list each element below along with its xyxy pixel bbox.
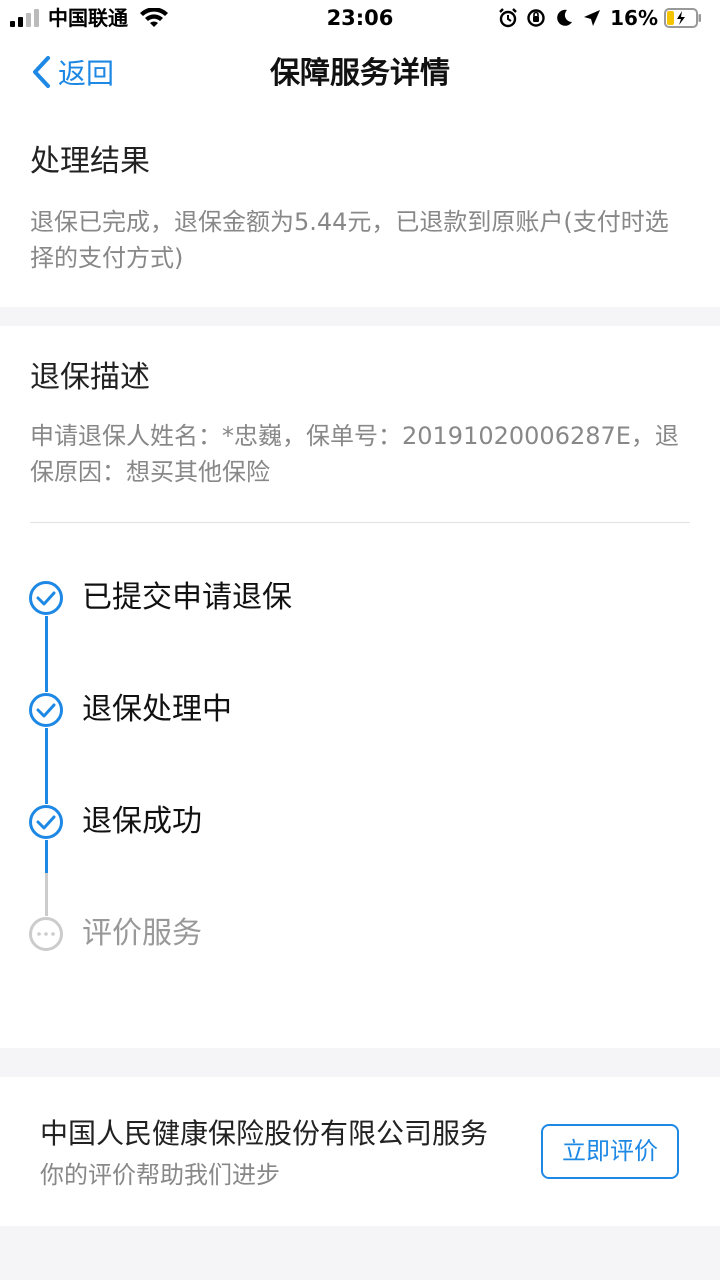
navigation-bar: 返回 保障服务详情 [0,36,720,110]
description-card: 退保描述 申请退保人姓名：*忠巍，保单号：20191020006287E，退保原… [0,326,720,1048]
result-card: 处理结果 退保已完成，退保金额为5.44元，已退款到原账户(支付时选择的支付方式… [0,110,720,307]
timeline-step-label: 评价服务 [82,916,202,951]
timeline-step-label: 退保处理中 [82,692,232,727]
status-icons: 16% [498,5,710,31]
more-circle-icon [29,917,63,951]
progress-timeline: 已提交申请退保 退保处理中退保成功评价服务 [0,326,720,1048]
orientation-lock-icon [527,9,545,27]
timeline-step: 退保成功 [28,802,202,842]
timeline-connector [45,616,48,692]
result-body: 退保已完成，退保金额为5.44元，已退款到原账户(支付时选择的支付方式) [30,208,669,272]
check-circle-icon [29,581,63,615]
page-title: 保障服务详情 [270,56,450,91]
battery-percent: 16% [610,6,658,30]
rate-now-button[interactable]: 立即评价 [541,1124,679,1179]
battery-icon [664,8,701,28]
status-bar: 中国联通 23:06 16% [0,0,720,36]
check-circle-icon [29,805,63,839]
check-circle-icon [29,693,63,727]
app-screen: 中国联通 23:06 16% 返回 保障服务详情 处理结果 退保已完成，退保金额… [0,0,720,1280]
timeline-connector [45,728,48,804]
location-icon [584,10,601,26]
result-title: 处理结果 [30,144,150,179]
timeline-step: 评价服务 [28,914,202,954]
moon-icon [557,9,573,26]
timeline-connector [45,840,48,916]
service-card: 中国人民健康保险股份有限公司服务 你的评价帮助我们进步 立即评价 [0,1077,720,1226]
timeline-step-label: 退保成功 [82,804,202,839]
timeline-step-label: 已提交申请退保 [82,580,292,615]
rating-hint: 你的评价帮助我们进步 [40,1161,280,1189]
company-name: 中国人民健康保险股份有限公司服务 [40,1117,489,1150]
alarm-icon [499,8,517,28]
timeline-step: 已提交申请退保 [28,578,292,618]
timeline-step: 退保处理中 [28,690,232,730]
